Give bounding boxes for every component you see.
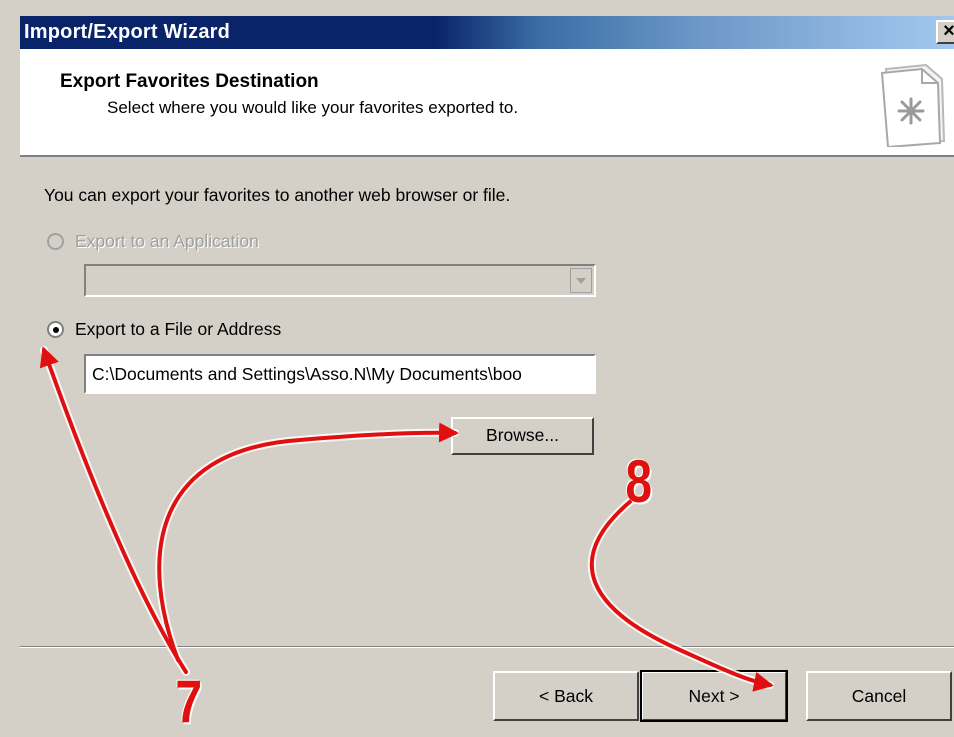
radio-selected-dot	[53, 327, 59, 333]
dropdown-arrow-icon[interactable]	[570, 268, 592, 293]
close-button[interactable]: ×	[936, 20, 954, 44]
intro-text: You can export your favorites to another…	[44, 185, 511, 205]
export-application-radio[interactable]	[47, 233, 64, 250]
cancel-button[interactable]: Cancel	[806, 671, 952, 721]
footer-separator	[20, 646, 954, 648]
step-7-label: 7	[175, 668, 203, 735]
window-title: Import/Export Wizard	[24, 21, 231, 43]
application-dropdown[interactable]	[84, 264, 596, 297]
wizard-body: You can export your favorites to another…	[20, 157, 954, 647]
export-file-radio[interactable]	[47, 321, 64, 338]
wizard-header: Export Favorites Destination Select wher…	[20, 49, 954, 157]
step-8-label: 8	[625, 448, 653, 515]
browse-button[interactable]: Browse...	[451, 417, 594, 455]
next-button[interactable]: Next >	[640, 670, 788, 722]
favorites-document-icon	[880, 63, 946, 147]
export-application-label: Export to an Application	[75, 231, 259, 251]
wizard-window: Import/Export Wizard × Export Favorites …	[0, 0, 954, 737]
page-title: Export Favorites Destination	[60, 71, 319, 92]
export-path-input[interactable]: C:\Documents and Settings\Asso.N\My Docu…	[84, 354, 596, 394]
back-button[interactable]: < Back	[493, 671, 639, 721]
page-subtitle: Select where you would like your favorit…	[107, 98, 519, 117]
close-icon: ×	[943, 20, 954, 42]
title-bar[interactable]: Import/Export Wizard ×	[20, 16, 954, 49]
export-file-label: Export to a File or Address	[75, 319, 282, 339]
